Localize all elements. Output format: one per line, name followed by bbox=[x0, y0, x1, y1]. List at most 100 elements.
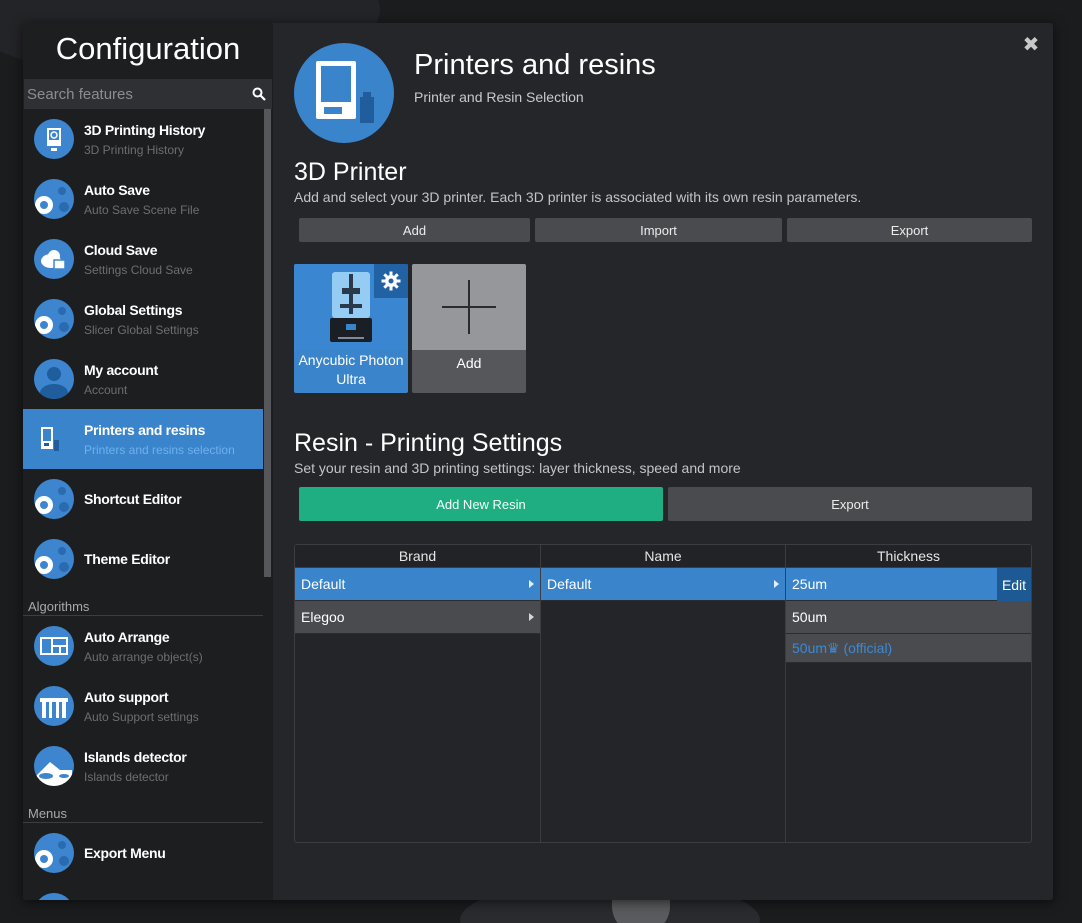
gear-icon bbox=[34, 539, 74, 579]
printer-section-description: Add and select your 3D printer. Each 3D … bbox=[294, 189, 862, 205]
sidebar-item-islands-detector[interactable]: Islands detector Islands detector bbox=[23, 736, 263, 796]
name-header: Name bbox=[541, 545, 785, 568]
sidebar-item-title: Theme Editor bbox=[84, 551, 170, 567]
sidebar-item-subtitle: 3D Printing History bbox=[84, 142, 185, 157]
thickness-label: 25um bbox=[792, 576, 828, 592]
sidebar-scrollbar[interactable] bbox=[263, 109, 273, 900]
gear-icon bbox=[34, 479, 74, 519]
brand-column: Brand Default Elegoo bbox=[295, 545, 541, 842]
chevron-right-icon bbox=[529, 580, 534, 588]
sidebar-item-subtitle: Auto Support settings bbox=[84, 709, 199, 724]
scrollbar-thumb[interactable] bbox=[264, 109, 271, 577]
arrange-icon bbox=[34, 626, 74, 666]
section-label-menus: Menus bbox=[23, 796, 263, 823]
gear-icon bbox=[34, 299, 74, 339]
sidebar-item-title: Export Menu bbox=[84, 845, 166, 861]
sidebar-item-my-account[interactable]: My account Account bbox=[23, 349, 263, 409]
printer-icon bbox=[294, 43, 394, 143]
sidebar-item-title: Shortcut Editor bbox=[84, 491, 182, 507]
gear-icon bbox=[34, 179, 74, 219]
close-icon[interactable]: ✖ bbox=[1021, 35, 1041, 55]
name-label: Default bbox=[547, 576, 592, 592]
sidebar-item-auto-arrange[interactable]: Auto Arrange Auto arrange object(s) bbox=[23, 616, 263, 676]
thickness-header: Thickness bbox=[786, 545, 1031, 568]
sidebar-item-title: Printers and resins bbox=[84, 421, 206, 438]
resin-section-description: Set your resin and 3D printing settings:… bbox=[294, 460, 741, 476]
gear-icon bbox=[381, 271, 401, 291]
page-title: Printers and resins bbox=[414, 49, 656, 81]
printer-card[interactable]: Anycubic Photon Ultra bbox=[294, 264, 408, 393]
import-printer-button[interactable]: Import bbox=[535, 218, 782, 242]
sidebar: Configuration 3D Printing History 3D Pri… bbox=[23, 23, 273, 900]
add-printer-button[interactable]: Add bbox=[299, 218, 530, 242]
user-icon bbox=[34, 359, 74, 399]
brand-row[interactable]: Default bbox=[295, 568, 540, 601]
section-label-algorithms: Algorithms bbox=[23, 589, 263, 616]
sidebar-item-title: Global Settings bbox=[84, 301, 183, 318]
export-printer-button[interactable]: Export bbox=[787, 218, 1032, 242]
add-printer-card[interactable]: Add bbox=[412, 264, 526, 393]
add-card-label: Add bbox=[456, 355, 482, 371]
export-resin-button[interactable]: Export bbox=[668, 487, 1032, 521]
search-box bbox=[24, 79, 272, 109]
thickness-label-official: 50um♛ (official) bbox=[792, 639, 893, 656]
sidebar-item-title: Islands detector bbox=[84, 748, 187, 765]
resin-section-heading: Resin - Printing Settings bbox=[294, 429, 563, 457]
sidebar-item-subtitle: Auto arrange object(s) bbox=[84, 649, 203, 664]
add-new-resin-button[interactable]: Add New Resin bbox=[299, 487, 663, 521]
brand-row[interactable]: Elegoo bbox=[295, 601, 540, 634]
sidebar-item-shortcut-editor[interactable]: Shortcut Editor bbox=[23, 469, 263, 529]
sidebar-item-title: Auto Save bbox=[84, 181, 150, 198]
sidebar-item-export-menu[interactable]: Export Menu bbox=[23, 823, 263, 883]
resin-table: Brand Default Elegoo Name Default Thickn… bbox=[294, 544, 1032, 843]
printer-section-heading: 3D Printer bbox=[294, 158, 407, 186]
sidebar-item-title: Auto support bbox=[84, 688, 169, 705]
name-column: Name Default bbox=[541, 545, 786, 842]
feature-list: 3D Printing History 3D Printing History … bbox=[23, 109, 263, 900]
brand-label: Default bbox=[301, 576, 346, 592]
sidebar-item-auto-support[interactable]: Auto support Auto Support settings bbox=[23, 676, 263, 736]
sidebar-item-subtitle: Slicer Global Settings bbox=[84, 322, 199, 337]
cloud-icon bbox=[34, 239, 74, 279]
sidebar-item-title: 3D Printing History bbox=[84, 121, 206, 138]
sidebar-item-global-settings[interactable]: Global Settings Slicer Global Settings bbox=[23, 289, 263, 349]
sidebar-item-subtitle: Auto Save Scene File bbox=[84, 202, 200, 217]
sidebar-item-printers-and-resins[interactable]: Printers and resins Printers and resins … bbox=[23, 409, 263, 469]
sidebar-item-title: My account bbox=[84, 361, 159, 378]
search-input[interactable] bbox=[24, 85, 246, 103]
sidebar-item-subtitle: Printers and resins selection bbox=[84, 442, 235, 457]
configuration-window: Configuration 3D Printing History 3D Pri… bbox=[23, 23, 1053, 900]
plus-icon bbox=[412, 264, 526, 350]
sidebar-item-subtitle: Account bbox=[84, 382, 128, 397]
sidebar-item-title: Auto Arrange bbox=[84, 628, 170, 645]
main-panel: ✖ Printers and resins Printer and Resin … bbox=[273, 23, 1053, 900]
printer-settings-button[interactable] bbox=[374, 264, 408, 298]
search-icon[interactable] bbox=[246, 79, 272, 109]
sidebar-item-title: Cloud Save bbox=[84, 241, 158, 258]
history-icon bbox=[34, 119, 74, 159]
printer-icon bbox=[34, 419, 74, 459]
thickness-label: 50um bbox=[792, 609, 828, 625]
sidebar-item-auto-save[interactable]: Auto Save Auto Save Scene File bbox=[23, 169, 263, 229]
sidebar-item-subtitle: Settings Cloud Save bbox=[84, 262, 193, 277]
thickness-column: Thickness 25um Edit 50um 50um♛ (official… bbox=[786, 545, 1031, 842]
sidebar-item-partial[interactable] bbox=[23, 883, 263, 900]
gear-icon bbox=[34, 833, 74, 873]
printer-name: Anycubic Photon Ultra bbox=[298, 352, 404, 387]
brand-label: Elegoo bbox=[301, 609, 345, 625]
brand-header: Brand bbox=[295, 545, 540, 568]
chevron-right-icon bbox=[774, 580, 779, 588]
islands-icon bbox=[34, 746, 74, 786]
sidebar-item-theme-editor[interactable]: Theme Editor bbox=[23, 529, 263, 589]
sidebar-title: Configuration bbox=[55, 31, 241, 66]
name-row[interactable]: Default bbox=[541, 568, 785, 601]
sidebar-item-subtitle: Islands detector bbox=[84, 769, 169, 784]
thickness-row[interactable]: 25um Edit bbox=[786, 568, 1031, 601]
chevron-right-icon bbox=[529, 613, 534, 621]
sidebar-item-3d-printing-history[interactable]: 3D Printing History 3D Printing History bbox=[23, 109, 263, 169]
thickness-row[interactable]: 50um♛ (official) bbox=[786, 634, 1031, 663]
edit-button[interactable]: Edit bbox=[997, 568, 1031, 601]
thickness-row[interactable]: 50um bbox=[786, 601, 1031, 634]
page-subtitle: Printer and Resin Selection bbox=[414, 89, 584, 105]
sidebar-item-cloud-save[interactable]: Cloud Save Settings Cloud Save bbox=[23, 229, 263, 289]
